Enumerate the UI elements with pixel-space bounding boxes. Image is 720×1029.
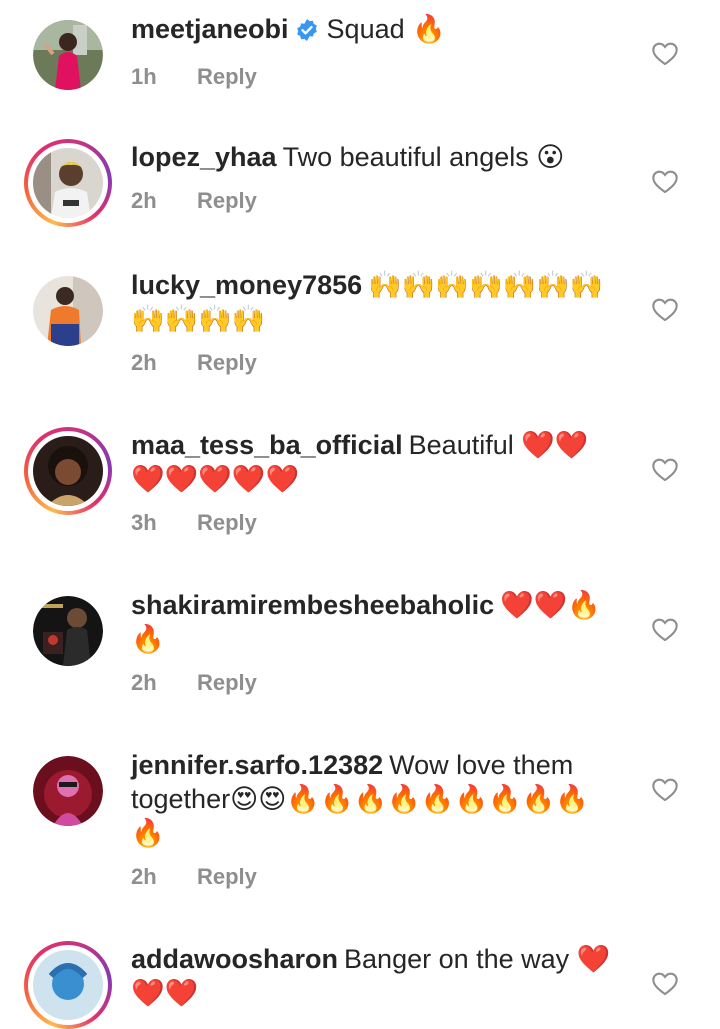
heart-outline-icon[interactable] <box>651 168 679 194</box>
reply-button[interactable]: Reply <box>197 864 257 889</box>
comment-body: lucky_money7856 🙌🙌🙌🙌🙌🙌🙌🙌🙌🙌🙌 2h Reply <box>131 270 621 376</box>
verified-badge-icon <box>295 16 319 50</box>
avatar[interactable] <box>24 427 112 515</box>
avatar[interactable] <box>33 20 103 90</box>
comment-username[interactable]: shakiramirembesheebaholic <box>131 590 494 620</box>
comment-username[interactable]: lopez_yhaa <box>131 142 277 172</box>
avatar[interactable] <box>33 276 103 346</box>
heart-outline-icon[interactable] <box>651 456 679 482</box>
comment-text: Squad 🔥 <box>326 14 446 44</box>
reply-button[interactable]: Reply <box>197 350 257 375</box>
reply-button[interactable]: Reply <box>197 510 257 535</box>
comment-username[interactable]: maa_tess_ba_official <box>131 430 403 460</box>
comment-time: 2h <box>131 350 157 375</box>
heart-outline-icon[interactable] <box>651 776 679 802</box>
heart-outline-icon[interactable] <box>651 40 679 66</box>
heart-outline-icon[interactable] <box>651 616 679 642</box>
comment-body: addawoosharon Banger on the way ❤️❤️❤️ <box>131 944 621 1010</box>
avatar[interactable] <box>24 941 112 1029</box>
reply-button[interactable]: Reply <box>197 64 257 89</box>
comment-body: jennifer.sarfo.12382 Wow love them togeth… <box>131 750 621 890</box>
comment-time: 2h <box>131 864 157 889</box>
avatar[interactable] <box>33 596 103 666</box>
avatar[interactable] <box>33 756 103 826</box>
comment-body: maa_tess_ba_official Beautiful ❤️❤️❤️❤️❤️… <box>131 430 621 536</box>
comment-time: 2h <box>131 188 157 213</box>
heart-outline-icon[interactable] <box>651 970 679 996</box>
comment-body: shakiramirembesheebaholic ❤️❤️🔥🔥 2h Reply <box>131 590 621 696</box>
avatar[interactable] <box>24 139 112 227</box>
comment-username[interactable]: lucky_money7856 <box>131 270 362 300</box>
comment-username[interactable]: meetjaneobi <box>131 14 289 44</box>
comment-time: 1h <box>131 64 157 89</box>
comment-time: 2h <box>131 670 157 695</box>
comment-username[interactable]: jennifer.sarfo.12382 <box>131 750 383 780</box>
comment-body: lopez_yhaa Two beautiful angels 😮 2h Reply <box>131 142 621 214</box>
heart-outline-icon[interactable] <box>651 296 679 322</box>
reply-button[interactable]: Reply <box>197 188 257 213</box>
comment-body: meetjaneobi Squad 🔥 1h Reply <box>131 14 621 90</box>
reply-button[interactable]: Reply <box>197 670 257 695</box>
comment-text: Two beautiful angels 😮 <box>282 142 565 172</box>
comment-time: 3h <box>131 510 157 535</box>
comment-username[interactable]: addawoosharon <box>131 944 338 974</box>
